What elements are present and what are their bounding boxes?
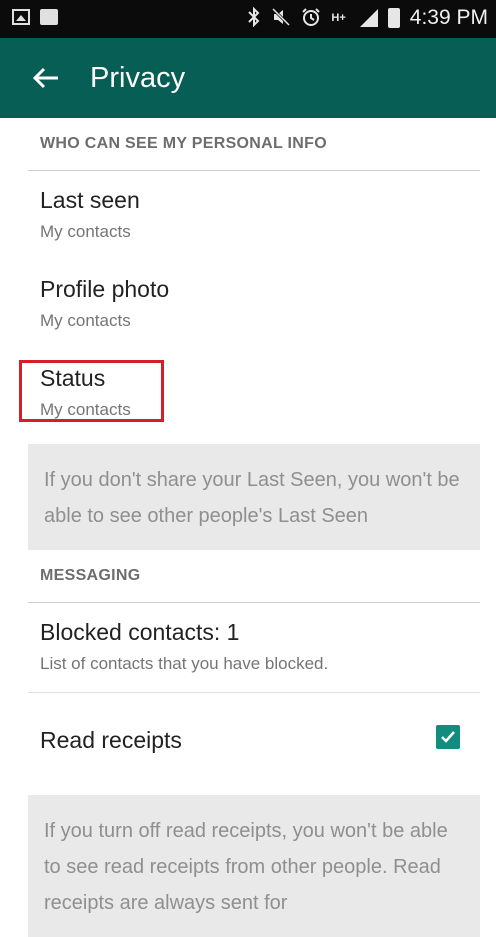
last-seen-info: If you don't share your Last Seen, you w… (28, 444, 480, 550)
pref-blocked-contacts[interactable]: Blocked contacts: 1 List of contacts tha… (28, 603, 480, 692)
briefcase-icon (40, 9, 58, 25)
settings-list: WHO CAN SEE MY PERSONAL INFO Last seen M… (19, 118, 480, 937)
pref-summary: My contacts (40, 400, 131, 419)
bluetooth-icon (247, 6, 261, 30)
pref-title: Blocked contacts: 1 (40, 619, 240, 645)
checkmark-icon (441, 731, 455, 743)
section-header-personal-info: WHO CAN SEE MY PERSONAL INFO (28, 118, 480, 171)
pref-last-seen[interactable]: Last seen My contacts (28, 171, 480, 260)
pref-title: Profile photo (40, 276, 170, 302)
pref-summary: My contacts (40, 222, 131, 241)
network-icon: H+ (331, 11, 346, 24)
pref-title: Read receipts (40, 727, 182, 753)
pref-status[interactable]: Status My contacts (19, 349, 480, 438)
status-time: 4:39 PM (409, 6, 488, 29)
app-bar: Privacy (0, 38, 496, 118)
page-title: Privacy (90, 62, 186, 94)
pref-summary: My contacts (40, 311, 131, 330)
battery-icon (387, 8, 400, 28)
signal-icon (356, 9, 378, 27)
section-header-messaging: MESSAGING (28, 550, 480, 603)
image-icon (12, 9, 30, 25)
read-receipts-checkbox[interactable] (436, 725, 460, 749)
pref-profile-photo[interactable]: Profile photo My contacts (28, 260, 480, 349)
pref-title: Status (40, 365, 106, 391)
status-bar: H+ 4:39 PM (0, 0, 496, 38)
pref-title: Last seen (40, 187, 140, 213)
mute-icon (271, 7, 291, 30)
read-receipts-info: If you turn off read receipts, you won't… (28, 795, 480, 937)
back-arrow-icon[interactable] (28, 60, 64, 96)
pref-read-receipts[interactable]: Read receipts (28, 693, 480, 789)
pref-summary: List of contacts that you have blocked. (40, 654, 329, 673)
alarm-icon (301, 7, 321, 30)
